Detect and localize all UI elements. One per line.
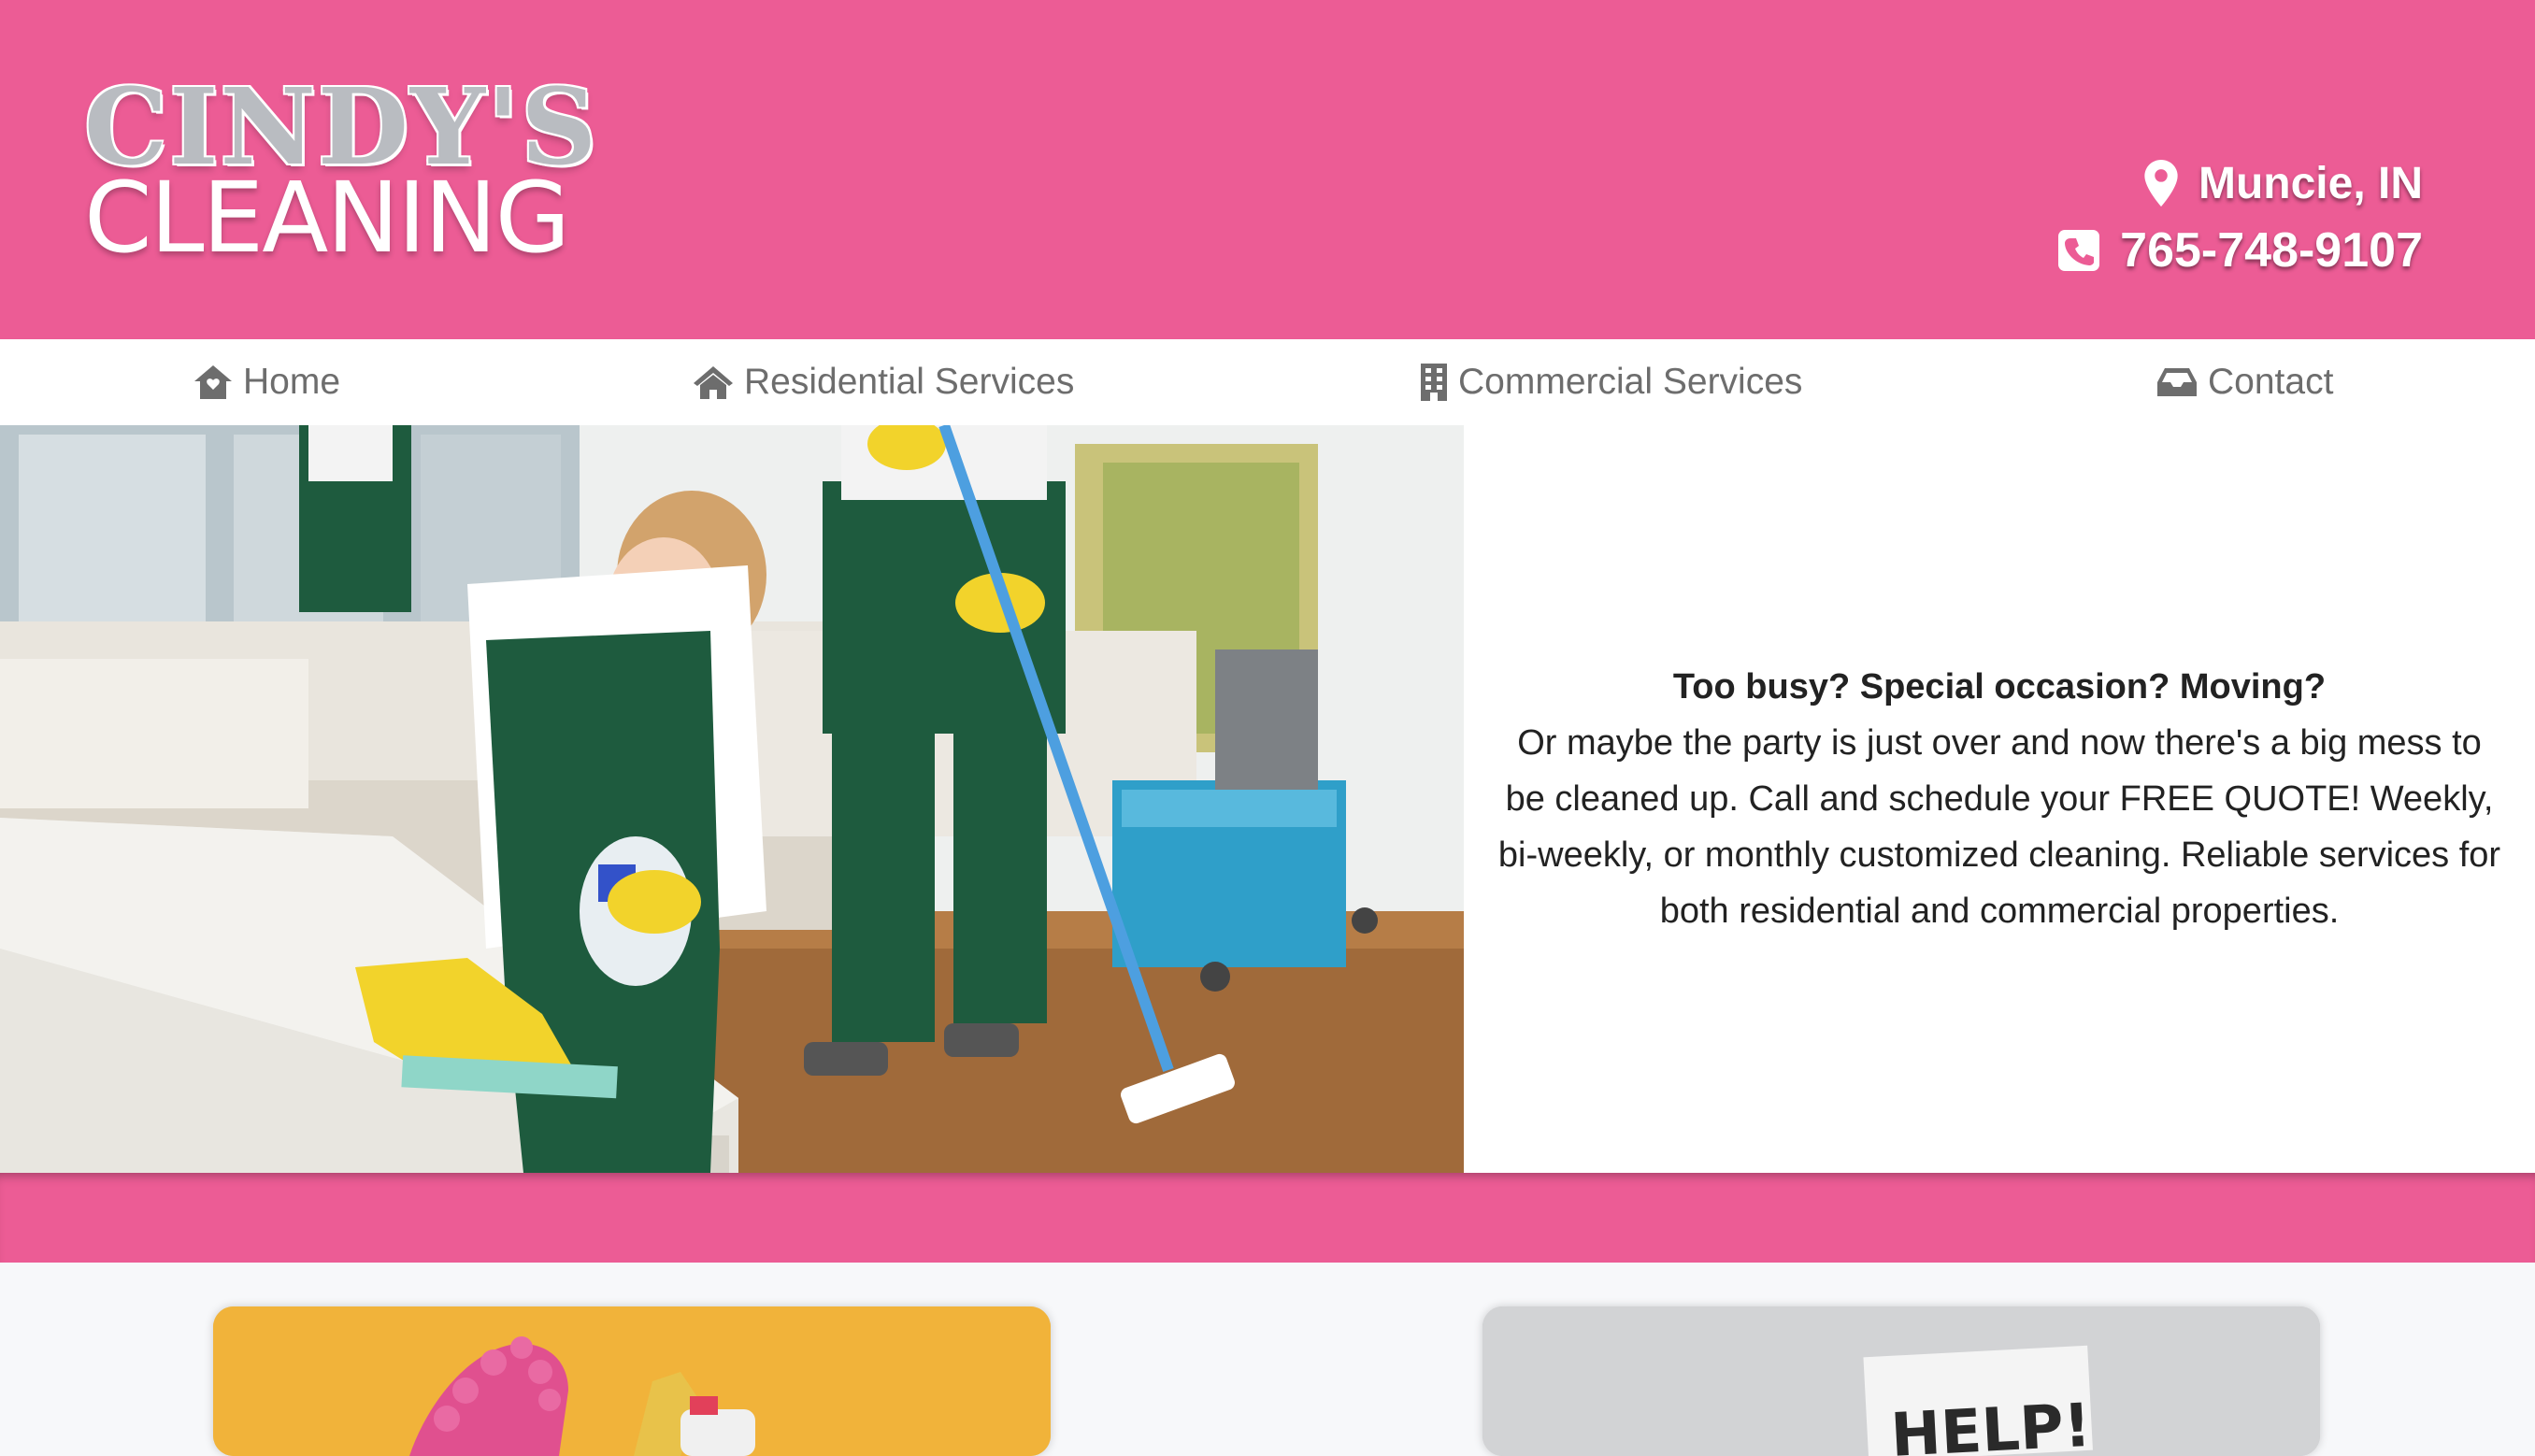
nav-item-label: Commercial Services <box>1458 362 1803 402</box>
pink-divider-band <box>0 1173 2535 1263</box>
help-sign-text: HELP! <box>1889 1392 2093 1456</box>
phone-square-icon <box>2058 230 2100 271</box>
location-line: Muncie, IN <box>2058 150 2423 217</box>
duster-photo <box>213 1306 1051 1456</box>
hero-text-block: Too busy? Special occasion? Moving? Or m… <box>1464 425 2535 1173</box>
logo[interactable]: CINDY'S CLEANING <box>84 76 596 270</box>
hero-title: Too busy? Special occasion? Moving? <box>1672 667 2327 707</box>
service-card-right[interactable]: HELP! <box>1482 1306 2320 1456</box>
hero-body: Or maybe the party is just over and now … <box>1497 723 2501 931</box>
location-text: Muncie, IN <box>2198 158 2423 208</box>
house-icon <box>694 366 733 399</box>
building-icon <box>1421 364 1447 401</box>
service-card-left[interactable] <box>213 1306 1051 1456</box>
nav-item-label: Contact <box>2208 362 2334 402</box>
site-header: CINDY'S CLEANING Muncie, IN 765-748-9107 <box>0 0 2535 339</box>
nav-item-label: Residential Services <box>744 362 1075 402</box>
nav-item-commercial-services[interactable]: Commercial Services <box>1419 339 1802 425</box>
hero-section: Too busy? Special occasion? Moving? Or m… <box>0 425 2535 1173</box>
nav-item-contact[interactable]: Contact <box>2155 339 2333 425</box>
logo-bottom-text: CLEANING <box>84 161 570 275</box>
map-pin-icon <box>2144 160 2178 207</box>
nav-item-residential-services[interactable]: Residential Services <box>692 339 1074 425</box>
hero-image <box>0 425 1464 1173</box>
help-sign-photo: HELP! <box>1482 1306 2320 1456</box>
home-icon <box>194 365 232 399</box>
cleaning-photo <box>0 425 1464 1173</box>
phone-line[interactable]: 765-748-9107 <box>2058 217 2423 284</box>
nav-item-home[interactable]: Home <box>193 339 340 425</box>
nav-item-label: Home <box>243 362 341 402</box>
main-nav: Home Residential Services Commercial Ser… <box>0 339 2535 425</box>
phone-number[interactable]: 765-748-9107 <box>2120 222 2423 278</box>
contact-info: Muncie, IN 765-748-9107 <box>2058 150 2423 284</box>
inbox-icon <box>2157 368 2197 396</box>
